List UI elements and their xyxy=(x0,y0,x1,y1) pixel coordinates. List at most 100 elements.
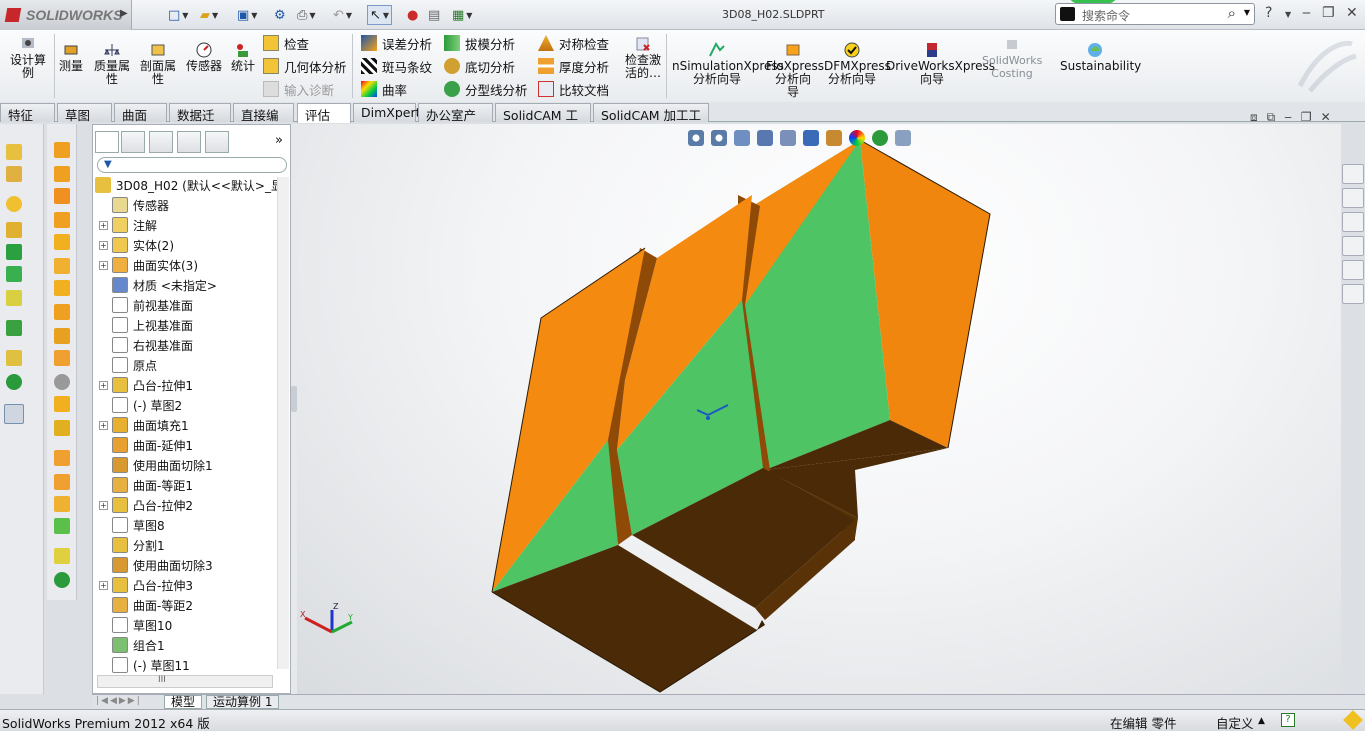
curves-2-icon[interactable] xyxy=(54,572,70,588)
dfmxpress-button[interactable]: DFMXpress 分析向导 xyxy=(824,42,891,86)
tree-item[interactable]: 曲面-等距1 xyxy=(93,475,283,495)
featuremanager-tab-icon[interactable] xyxy=(95,131,119,153)
mass-properties-button[interactable]: 质量属 性 xyxy=(90,42,134,86)
revolved-surface-icon[interactable] xyxy=(54,166,70,182)
tile-horizontal-icon[interactable]: ⧈ xyxy=(1250,110,1267,124)
tree-item[interactable]: 曲面-延伸1 xyxy=(93,435,283,455)
costing-button[interactable]: SolidWorks Costing xyxy=(982,36,1042,80)
tab-office-products[interactable]: 办公室产品 xyxy=(418,103,493,142)
tab-dimxpert[interactable]: DimXpert xyxy=(353,103,421,122)
parting-line-analysis-button[interactable]: 分型线分析 xyxy=(444,79,528,99)
dimxpert-tab-icon[interactable] xyxy=(177,131,201,153)
compare-documents-button[interactable]: 比较文档 xyxy=(538,79,609,99)
appearances-scenes-icon[interactable] xyxy=(1342,260,1364,280)
open-button[interactable]: ▰ ▼ xyxy=(200,5,218,25)
tree-item[interactable]: 使用曲面切除1 xyxy=(93,455,283,475)
tab-surfaces[interactable]: 曲面 xyxy=(114,103,167,123)
view-settings-icon[interactable] xyxy=(895,130,911,146)
design-study-button[interactable]: 设计算 例 xyxy=(6,36,50,80)
expand-icon[interactable]: + xyxy=(99,500,108,510)
hide-show-items-icon[interactable] xyxy=(826,130,842,146)
ruled-surface-icon[interactable] xyxy=(54,328,70,344)
symmetry-check-button[interactable]: 对称检查 xyxy=(538,33,609,53)
sustainability-button[interactable]: Sustainability xyxy=(1060,42,1141,73)
quick-tips-icon[interactable] xyxy=(1343,710,1363,730)
previous-view-icon[interactable] xyxy=(734,130,750,146)
tree-item[interactable]: 使用曲面切除3 xyxy=(93,555,283,575)
geometry-analysis-button[interactable]: 几何体分析 xyxy=(263,56,347,76)
thickness-analysis-button[interactable]: 厚度分析 xyxy=(538,56,609,76)
propertymanager-tab-icon[interactable] xyxy=(121,131,145,153)
configurationmanager-tab-icon[interactable] xyxy=(149,131,173,153)
tab-solidcam-stock[interactable]: SolidCAM 工件 xyxy=(495,103,591,142)
tree-item[interactable]: + 曲面填充1 xyxy=(93,415,283,435)
expand-icon[interactable]: + xyxy=(99,240,108,250)
design-library-icon[interactable] xyxy=(1342,188,1364,208)
tab-direct-editing[interactable]: 直接编辑 xyxy=(233,103,294,142)
tab-model[interactable]: 模型 xyxy=(164,695,203,709)
help-icon[interactable]: ? xyxy=(1265,5,1272,21)
tree-item[interactable]: + 曲面实体(3) xyxy=(93,255,283,275)
tree-vertical-scrollbar[interactable] xyxy=(277,177,289,669)
curves-icon[interactable] xyxy=(6,374,22,390)
tab-motion-study-1[interactable]: 运动算例 1 xyxy=(206,695,280,709)
view-orientation-icon[interactable] xyxy=(780,130,796,146)
undercut-analysis-button[interactable]: 底切分析 xyxy=(444,56,515,76)
tree-item[interactable]: + 实体(2) xyxy=(93,235,283,255)
close-window-icon[interactable]: ✕ xyxy=(1346,5,1358,21)
tree-filter-input[interactable]: ▼ xyxy=(97,157,287,173)
boundary-surface-icon[interactable] xyxy=(54,234,70,250)
tree-item[interactable]: 草图10 xyxy=(93,615,283,635)
trim-surface-icon[interactable] xyxy=(54,374,70,390)
status-units-custom[interactable]: 自定义 xyxy=(1216,713,1254,731)
tree-root[interactable]: 3D08_H02 (默认<<默认>_显 xyxy=(93,175,283,195)
file-explorer-icon[interactable] xyxy=(1342,212,1364,232)
view-palette-icon[interactable] xyxy=(1342,236,1364,256)
floxpress-button[interactable]: FloXpress 分析向 导 xyxy=(766,42,824,99)
print-button[interactable]: ⎙ ▼ xyxy=(297,5,316,25)
tree-item[interactable]: 原点 xyxy=(93,355,283,375)
expand-icon[interactable]: + xyxy=(99,260,108,270)
doc-restore-icon[interactable]: ❐ xyxy=(1301,110,1321,124)
custom-properties-icon[interactable] xyxy=(1342,284,1364,304)
units-dropdown-icon[interactable]: ▲ xyxy=(1258,716,1265,726)
graphics-area[interactable]: Z X Y xyxy=(297,124,1341,694)
filled-surface-icon[interactable] xyxy=(54,258,70,274)
extend-surface-icon[interactable] xyxy=(54,350,70,366)
tab-scroll-arrows-icon[interactable]: |◀◀▶▶| xyxy=(96,696,142,706)
tree-horizontal-scrollbar[interactable]: III xyxy=(97,675,273,688)
tree-item[interactable]: + 凸台-拉伸1 xyxy=(93,375,283,395)
zoom-to-area-icon[interactable] xyxy=(711,130,727,146)
move-face-icon[interactable] xyxy=(54,496,70,512)
tree-item[interactable]: 分割1 xyxy=(93,535,283,555)
doc-minimize-icon[interactable]: ‒ xyxy=(1284,110,1301,124)
lofted-surface-icon[interactable] xyxy=(54,212,70,228)
tree-item[interactable]: (-) 草图11 xyxy=(93,655,283,675)
solidworks-logo[interactable]: SOLIDWORKS ▶ xyxy=(0,0,132,30)
solidworks-resources-icon[interactable] xyxy=(1342,164,1364,184)
tree-item[interactable]: + 注解 xyxy=(93,215,283,235)
undo-button[interactable]: ↶ ▼ xyxy=(333,5,352,25)
tree-item[interactable]: + 凸台-拉伸2 xyxy=(93,495,283,515)
options-button[interactable]: ▦ ▼ xyxy=(452,5,472,25)
new-document-button[interactable]: □ ▼ xyxy=(168,5,188,25)
select-button[interactable]: ↖ ▼ xyxy=(367,5,393,25)
restore-window-icon[interactable]: ❐ xyxy=(1322,5,1335,21)
tab-evaluate[interactable]: 评估 xyxy=(297,103,351,123)
revolve-icon[interactable] xyxy=(6,166,22,182)
tab-features[interactable]: 特征 xyxy=(0,103,55,123)
extrude-boss-icon[interactable] xyxy=(6,144,22,160)
zebra-stripes-button[interactable]: 斑马条纹 xyxy=(361,56,432,76)
section-view-icon[interactable] xyxy=(757,130,773,146)
tree-item[interactable]: + 凸台-拉伸3 xyxy=(93,575,283,595)
tab-data-migration[interactable]: 数据迁移 xyxy=(169,103,231,142)
tree-item[interactable]: 组合1 xyxy=(93,635,283,655)
expand-icon[interactable]: + xyxy=(99,380,108,390)
help-dropdown-icon[interactable]: ▼ xyxy=(1285,10,1291,19)
zoom-to-fit-icon[interactable] xyxy=(688,130,704,146)
reference-geometry-icon[interactable] xyxy=(6,350,22,366)
sensor-button[interactable]: 传感器 xyxy=(184,42,224,73)
swept-surface-icon[interactable] xyxy=(54,188,70,204)
tree-item[interactable]: 右视基准面 xyxy=(93,335,283,355)
display-manager-tab-icon[interactable] xyxy=(205,131,229,153)
